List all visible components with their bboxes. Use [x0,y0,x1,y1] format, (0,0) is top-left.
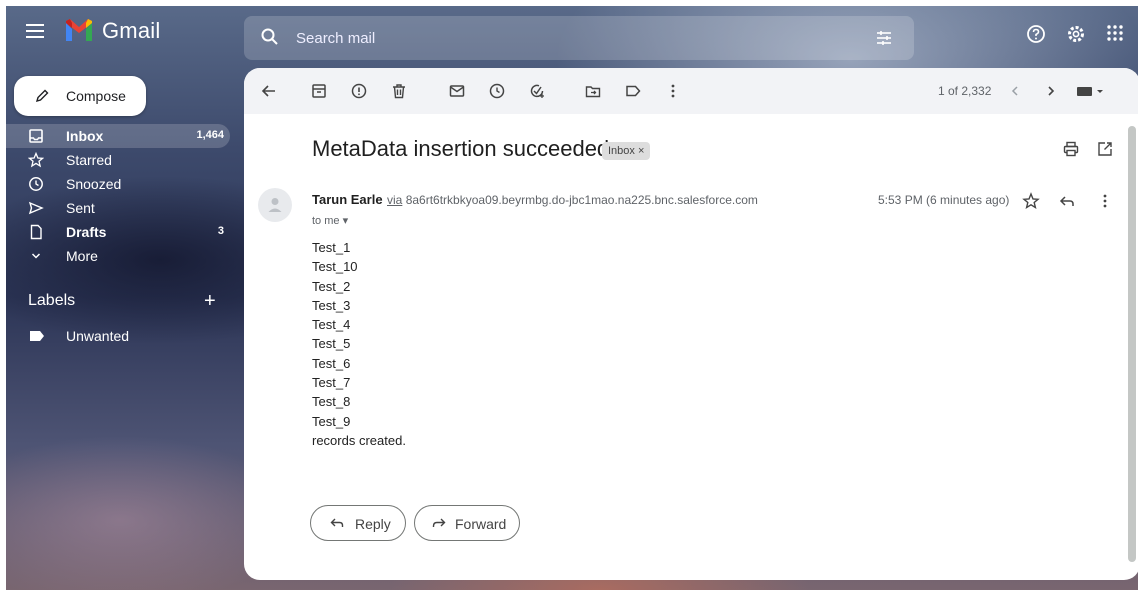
via-domain: 8a6rt6trkbkyoa09.beyrmbg.do-jbc1mao.na22… [405,193,758,207]
mail-icon[interactable] [448,82,466,100]
email-subject: MetaData insertion succeeded [312,136,610,161]
report-icon[interactable] [350,82,368,100]
clock-icon [28,176,44,192]
help-icon[interactable] [1026,24,1046,44]
reply-button[interactable]: Reply [310,505,406,541]
add-label-button[interactable]: + [204,290,216,313]
reply-icon[interactable] [1058,192,1076,210]
sidebar-item-label: More [66,248,98,264]
tag-icon[interactable] [624,82,642,100]
body-line: Test_6 [312,355,351,371]
compose-label: Compose [66,88,126,104]
task-icon[interactable] [528,82,546,100]
sidebar-item-label: Snoozed [66,176,122,192]
draft-count: 3 [217,225,224,237]
email-timestamp: 5:53 PM (6 minutes ago) [878,193,1010,207]
search-bar[interactable] [244,16,914,60]
print-icon[interactable] [1062,140,1080,158]
reply-label: Reply [355,516,391,532]
chevron-down-icon [28,248,44,264]
open-new-icon[interactable] [1096,140,1114,158]
forward-icon [431,515,447,531]
compose-button[interactable]: Compose [14,76,146,116]
gmail-logo-icon [64,19,94,43]
email-toolbar: 1 of 2,332 [244,68,1140,114]
sender-name[interactable]: Tarun Earle [312,192,383,207]
top-bar: Gmail [0,0,1144,64]
email-view: 1 of 2,332 MetaData insertion succeeded … [244,68,1140,580]
sidebar-item-label: Starred [66,152,112,168]
send-icon [28,200,44,216]
body-line: Test_9 [312,413,351,429]
chevron-left-icon[interactable] [1006,82,1024,100]
menu-icon[interactable] [26,24,44,38]
body-line: records created. [312,432,406,448]
sidebar-item-more[interactable]: More [0,244,230,268]
label-icon [30,331,44,341]
filter-icon[interactable] [874,28,894,48]
body-line: Test_4 [312,317,351,333]
body-line: Test_10 [312,259,358,275]
trash-icon[interactable] [390,82,408,100]
search-input[interactable] [296,16,856,60]
via-link[interactable]: via [387,193,402,207]
forward-button[interactable]: Forward [414,505,520,541]
pagination-count: 1 of 2,332 [938,84,992,98]
body-line: Test_8 [312,394,351,410]
inbox-badge[interactable]: Inbox × [602,142,651,160]
body-line: Test_2 [312,278,351,294]
reply-icon [329,515,345,531]
sidebar-item-snoozed[interactable]: Snoozed [0,172,230,196]
move-icon[interactable] [584,82,602,100]
sidebar-nav: Inbox 1,464 Starred Snoozed Sent Drafts … [0,124,230,268]
archive-icon[interactable] [310,82,328,100]
email-body: Test_1 Test_10 Test_2 Test_3 Test_4 Test… [312,238,406,450]
apps-icon[interactable] [1106,24,1124,44]
body-line: Test_5 [312,336,351,352]
sidebar-item-label: Inbox [66,128,104,144]
body-line: Test_3 [312,297,351,313]
unread-count: 1,464 [196,129,224,141]
more-vert-icon[interactable] [1096,192,1114,210]
gmail-logo[interactable]: Gmail [64,18,160,44]
sidebar-item-label: Sent [66,200,95,216]
scrollbar[interactable] [1128,126,1136,562]
inbox-icon [28,128,44,144]
star-icon [28,152,44,168]
more-vert-icon[interactable] [664,82,682,100]
pen-icon [34,88,50,104]
sidebar-item-starred[interactable]: Starred [0,148,230,172]
body-line: Test_7 [312,375,351,391]
forward-label: Forward [455,516,507,532]
draft-icon [28,224,44,240]
sidebar-item-sent[interactable]: Sent [0,196,230,220]
label-item-unwanted[interactable]: Unwanted [0,325,230,347]
back-arrow-icon[interactable] [260,82,278,100]
labels-header: Labels [28,292,76,309]
settings-icon[interactable] [1066,24,1086,44]
sender-via: via 8a6rt6trkbkyoa09.beyrmbg.do-jbc1mao.… [387,193,758,207]
keyboard-icon[interactable] [1076,82,1104,100]
sidebar-item-inbox[interactable]: Inbox 1,464 [0,124,230,148]
chevron-right-icon[interactable] [1042,82,1060,100]
sidebar-item-label: Drafts [66,224,107,240]
search-icon[interactable] [260,27,280,47]
body-line: Test_1 [312,240,351,255]
sidebar-item-drafts[interactable]: Drafts 3 [0,220,230,244]
snooze-icon[interactable] [488,82,506,100]
app-name: Gmail [102,18,161,43]
avatar-icon[interactable] [258,188,292,222]
recipients-toggle[interactable]: to me ▾ [312,214,348,227]
label-name: Unwanted [66,328,130,344]
star-icon[interactable] [1022,192,1040,210]
